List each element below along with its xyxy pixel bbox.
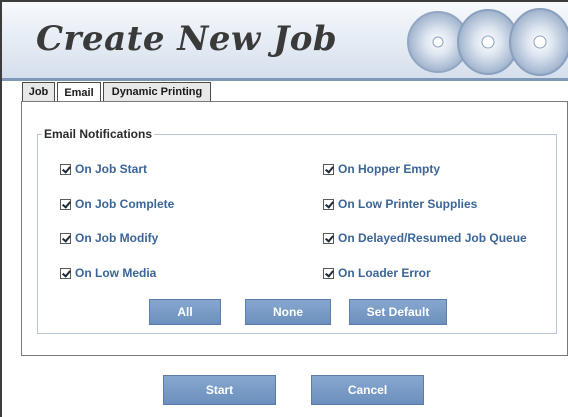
checkbox-label: On Low Printer Supplies [338, 197, 478, 211]
checkbox-label: On Low Media [75, 266, 157, 280]
checkbox-label: On Job Modify [75, 231, 159, 245]
checkbox-on-delayed-resumed-job-queue[interactable]: On Delayed/Resumed Job Queue [323, 231, 527, 245]
checkmark-icon[interactable] [60, 267, 71, 279]
tab-dynamic-printing[interactable]: Dynamic Printing [103, 82, 211, 101]
cancel-button[interactable]: Cancel [311, 375, 424, 405]
create-job-window: Create New Job Job Email Dynamic Printin… [0, 0, 568, 417]
checkbox-on-job-complete[interactable]: On Job Complete [60, 197, 174, 211]
checkbox-label: On Job Start [75, 162, 148, 176]
checkbox-on-low-media[interactable]: On Low Media [60, 266, 156, 280]
checkmark-icon[interactable] [323, 267, 334, 279]
checkmark-icon[interactable] [60, 163, 71, 175]
checkbox-on-job-start[interactable]: On Job Start [60, 162, 147, 176]
all-button[interactable]: All [149, 299, 221, 325]
email-notifications-group: Email Notifications On Job Start On Job … [37, 127, 557, 334]
checkbox-on-job-modify[interactable]: On Job Modify [60, 231, 158, 245]
header-divider [2, 78, 568, 81]
checkmark-icon[interactable] [60, 232, 71, 244]
checkbox-on-loader-error[interactable]: On Loader Error [323, 266, 431, 280]
window-header: Create New Job [2, 2, 568, 78]
checkbox-label: On Job Complete [75, 197, 175, 211]
checkmark-icon[interactable] [323, 232, 334, 244]
none-button[interactable]: None [245, 299, 331, 325]
checkbox-label: On Loader Error [338, 266, 431, 280]
checkmark-icon[interactable] [60, 198, 71, 210]
email-tab-panel: Email Notifications On Job Start On Job … [21, 101, 568, 356]
checkmark-icon[interactable] [323, 163, 334, 175]
start-button[interactable]: Start [163, 375, 276, 405]
tab-job[interactable]: Job [22, 82, 55, 101]
checkbox-on-hopper-empty[interactable]: On Hopper Empty [323, 162, 440, 176]
disc-stack-icon [407, 8, 568, 76]
checkmark-icon[interactable] [323, 198, 334, 210]
checkbox-label: On Delayed/Resumed Job Queue [338, 231, 527, 245]
window-title: Create New Job [36, 19, 338, 59]
set-default-button[interactable]: Set Default [349, 299, 447, 325]
group-legend: Email Notifications [42, 127, 155, 141]
checkbox-on-low-printer-supplies[interactable]: On Low Printer Supplies [323, 197, 477, 211]
checkbox-label: On Hopper Empty [338, 162, 441, 176]
tab-email[interactable]: Email [57, 82, 101, 102]
